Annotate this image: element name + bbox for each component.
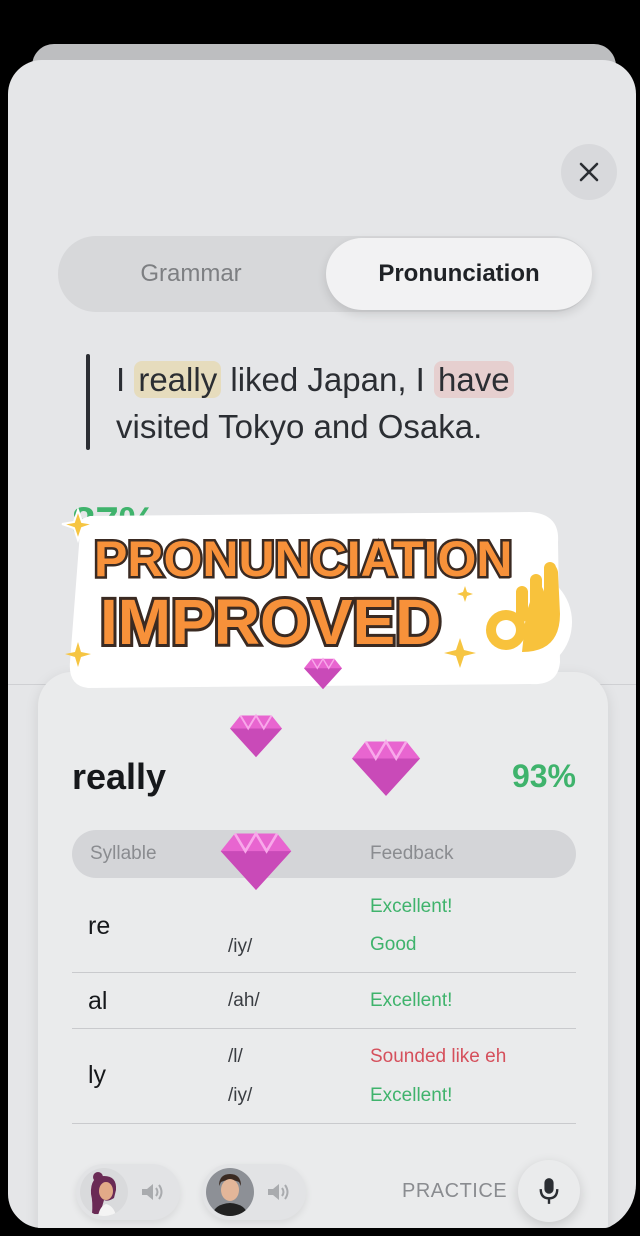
col-syllable: Syllable bbox=[90, 843, 157, 864]
close-icon bbox=[579, 162, 599, 182]
avatar-native bbox=[80, 1168, 128, 1216]
feedback-cell: Excellent! bbox=[370, 990, 453, 1011]
card-footer: PRACTICE bbox=[38, 1156, 608, 1226]
score-value: 87% bbox=[72, 498, 157, 545]
speaker-icon bbox=[268, 1184, 289, 1200]
mic-icon bbox=[539, 1178, 559, 1204]
word-card: really 93% Syllable Phone Feedback re Ex… bbox=[38, 672, 608, 1228]
speaker-icon bbox=[142, 1184, 163, 1200]
phone-frame: Grammar Pronunciation I really liked Jap… bbox=[4, 4, 636, 1232]
table-row: ly /l/ Sounded like eh /iy/ Excellent! bbox=[72, 1029, 576, 1124]
syllable-cell: re bbox=[88, 912, 111, 940]
table-row: al /ah/ Excellent! bbox=[72, 973, 576, 1029]
quote-bar bbox=[86, 354, 90, 450]
col-phone: Phone bbox=[228, 843, 283, 864]
tab-switcher: Grammar Pronunciation bbox=[58, 236, 592, 312]
word-score: 93% bbox=[511, 758, 576, 794]
score-message: You’re almost there. bbox=[176, 514, 398, 542]
sentence-part: I bbox=[116, 361, 135, 398]
highlighted-word-have[interactable]: have bbox=[434, 361, 514, 398]
phone-cell: /iy/ bbox=[228, 1085, 253, 1106]
practice-label[interactable]: PRACTICE bbox=[402, 1180, 507, 1203]
close-button[interactable] bbox=[561, 144, 617, 200]
phone-cell: /l/ bbox=[228, 1046, 243, 1067]
table-header: Syllable Phone Feedback bbox=[72, 830, 576, 878]
feedback-cell: Good bbox=[370, 934, 417, 955]
highlighted-word-really[interactable]: really bbox=[134, 361, 222, 398]
overall-score: 87% You’re almost there. bbox=[72, 498, 398, 546]
sentence-part: liked Japan, I bbox=[221, 361, 434, 398]
table-row: re Excellent! /iy/ Good bbox=[72, 882, 576, 973]
feedback-sheet: Grammar Pronunciation I really liked Jap… bbox=[8, 60, 636, 1228]
tab-pronunciation[interactable]: Pronunciation bbox=[326, 238, 592, 310]
sentence-part: visited Tokyo and Osaka. bbox=[116, 408, 483, 445]
sentence-text: I really liked Japan, I have visited Tok… bbox=[116, 356, 556, 450]
phone-cell: /ah/ bbox=[228, 990, 260, 1011]
word-title: really bbox=[72, 756, 167, 797]
native-audio-button[interactable] bbox=[76, 1164, 180, 1220]
feedback-cell: Sounded like eh bbox=[370, 1046, 507, 1067]
feedback-cell: Excellent! bbox=[370, 896, 453, 917]
col-feedback: Feedback bbox=[370, 843, 454, 864]
phone-cell: /iy/ bbox=[228, 936, 253, 957]
tab-grammar[interactable]: Grammar bbox=[58, 238, 324, 310]
syllable-cell: ly bbox=[88, 1061, 107, 1089]
feedback-cell: Excellent! bbox=[370, 1085, 453, 1106]
avatar-user bbox=[206, 1168, 254, 1216]
user-audio-button[interactable] bbox=[202, 1164, 306, 1220]
syllable-cell: al bbox=[88, 987, 108, 1015]
mic-button[interactable] bbox=[518, 1160, 580, 1222]
